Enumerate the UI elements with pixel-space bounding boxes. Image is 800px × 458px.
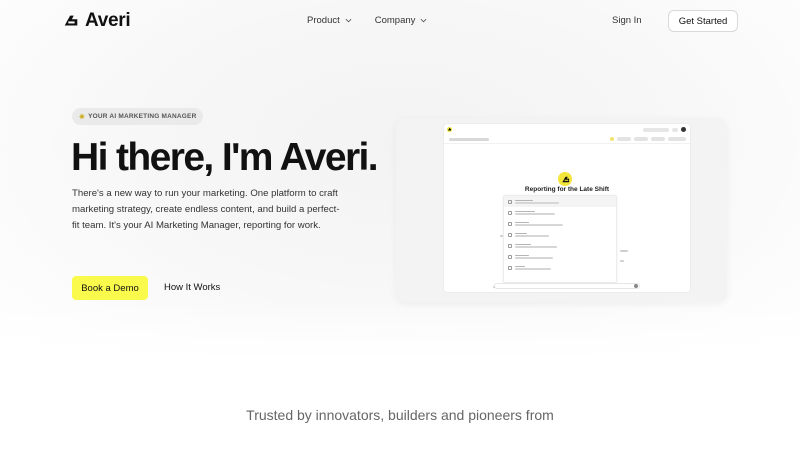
- list-item: [504, 251, 616, 262]
- app-screenshot: Reporting for the Late Shift ◂: [444, 124, 690, 292]
- app-tool: [651, 137, 665, 141]
- app-tool: [634, 137, 648, 141]
- book-demo-button[interactable]: Book a Demo: [72, 276, 148, 300]
- app-toolbar: [444, 135, 690, 144]
- nav-item-product[interactable]: Product: [307, 15, 352, 26]
- chevron-down-icon: [420, 18, 427, 23]
- nav-item-label: Product: [307, 15, 340, 26]
- list-item: [504, 218, 616, 229]
- app-tool: [668, 137, 686, 141]
- app-topbar: [444, 124, 690, 134]
- chevron-down-icon: [345, 18, 352, 23]
- badge-label: YOUR AI MARKETING MANAGER: [88, 113, 197, 120]
- send-icon: [634, 284, 638, 288]
- nav-menu: Product Company: [307, 15, 427, 26]
- app-tool: [610, 137, 614, 141]
- trusted-by-text: Trusted by innovators, builders and pion…: [246, 407, 554, 423]
- list-item: [504, 229, 616, 240]
- app-chat-input: [494, 283, 640, 289]
- hero-badge: ✳ YOUR AI MARKETING MANAGER: [72, 108, 204, 125]
- how-it-works-link[interactable]: How It Works: [164, 282, 220, 293]
- sign-in-link[interactable]: Sign In: [612, 15, 642, 26]
- list-item: [504, 196, 616, 207]
- averi-logo-icon: [558, 172, 572, 186]
- nav-item-company[interactable]: Company: [375, 15, 428, 26]
- app-tools: [610, 137, 686, 141]
- app-top-pill: [672, 127, 678, 132]
- brand-logo[interactable]: Averi: [62, 10, 131, 32]
- list-item: [504, 207, 616, 218]
- get-started-button[interactable]: Get Started: [668, 10, 738, 32]
- app-top-pill: [643, 127, 669, 132]
- app-side-text: [620, 250, 628, 252]
- sparkle-icon: ✳: [79, 113, 86, 121]
- app-side-text: [620, 260, 624, 262]
- app-top-actions: [643, 127, 686, 132]
- app-tool: [617, 137, 631, 141]
- averi-logo-icon: [64, 15, 78, 26]
- app-breadcrumb: [449, 138, 489, 141]
- list-item: [504, 240, 616, 251]
- brand-name: Averi: [85, 10, 131, 31]
- averi-logo-glyph: [561, 176, 569, 182]
- app-suggestion-list: [503, 195, 617, 283]
- hero-headline: Hi there, I'm Averi.: [71, 136, 379, 179]
- avatar: [681, 127, 686, 132]
- top-nav: Averi Product Company Sign In Get Starte…: [0, 0, 800, 42]
- hero-description: There's a new way to run your marketing.…: [72, 188, 340, 231]
- averi-logo-icon: [447, 127, 452, 132]
- app-heading: Reporting for the Late Shift: [524, 186, 610, 193]
- list-item: [504, 262, 616, 273]
- nav-item-label: Company: [374, 15, 416, 26]
